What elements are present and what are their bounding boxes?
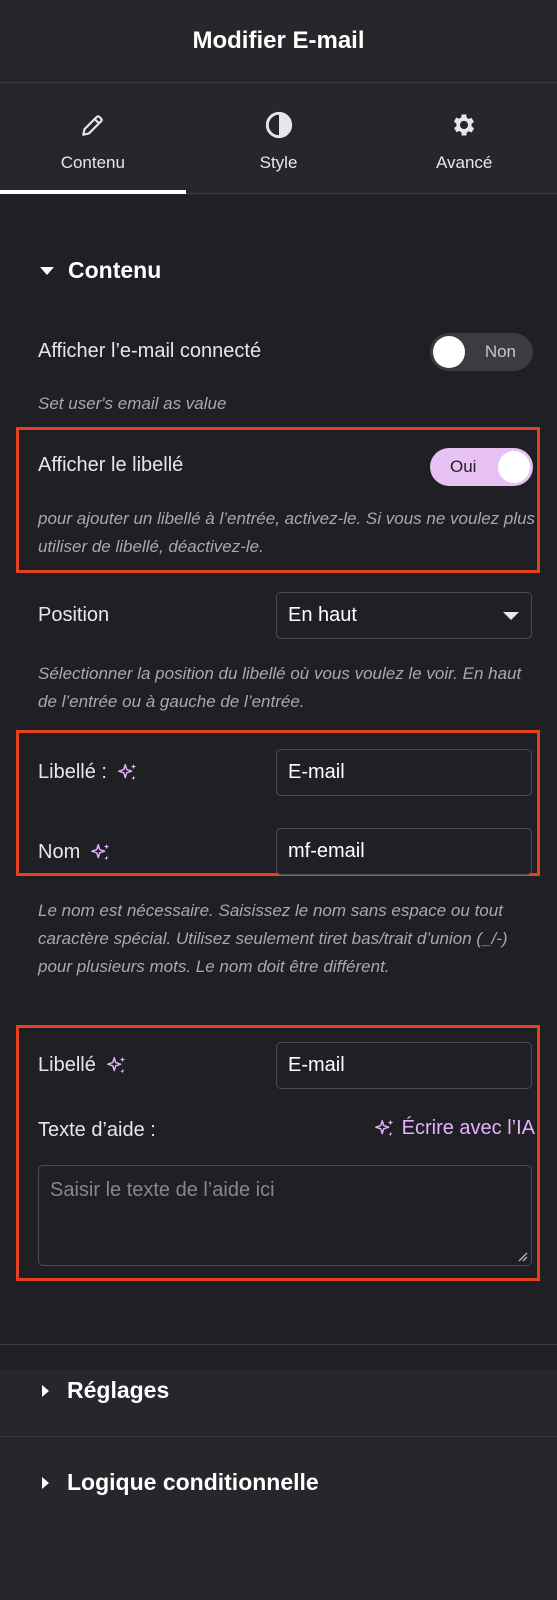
caret-right-icon	[42, 1384, 49, 1397]
toggle-text: Oui	[450, 457, 477, 476]
toggle-knob	[498, 451, 530, 483]
section-title: Logique conditionnelle	[67, 1469, 319, 1495]
show-label-toggle[interactable]: Oui	[430, 448, 533, 486]
tab-avance[interactable]: Avancé	[371, 83, 557, 193]
write-with-ai-label: Écrire avec l’IA	[401, 1117, 535, 1139]
sparkle-icon[interactable]	[90, 842, 112, 864]
label-field-label: Libellé :	[38, 761, 139, 784]
content-panel: Contenu Afficher l’e-mail connecté Non S…	[0, 195, 557, 1370]
position-label: Position	[38, 604, 110, 626]
help-text-textarea[interactable]: Saisir le texte de l’aide ici	[38, 1165, 532, 1266]
tab-label: Contenu	[60, 153, 125, 172]
write-with-ai-button[interactable]: Écrire avec l’IA	[374, 1117, 535, 1140]
section-title: Réglages	[67, 1377, 170, 1403]
toggle-knob	[433, 336, 465, 368]
show-label-label: Afficher le libellé	[38, 454, 184, 476]
section-header-reglages[interactable]: Réglages	[0, 1344, 557, 1436]
label-input-2-value: E-mail	[288, 1054, 345, 1076]
label-field-2-text: Libellé	[38, 1054, 96, 1076]
tab-style[interactable]: Style	[186, 83, 372, 193]
tab-label: Avancé	[435, 153, 493, 172]
help-text-placeholder: Saisir le texte de l’aide ici	[50, 1179, 275, 1201]
contrast-icon	[263, 109, 295, 141]
label-field-2-label: Libellé	[38, 1054, 128, 1077]
tab-label: Style	[259, 153, 298, 172]
section-header-logique[interactable]: Logique conditionnelle	[0, 1436, 557, 1528]
name-field-text: Nom	[38, 841, 81, 863]
help-text-label: Texte d’aide :	[38, 1119, 156, 1141]
show-logged-email-label: Afficher l’e-mail connecté	[38, 340, 262, 362]
section-title: Contenu	[68, 257, 162, 283]
position-select[interactable]: En haut	[276, 592, 532, 639]
name-input-value: mf-email	[288, 840, 365, 862]
pencil-icon	[77, 109, 109, 141]
caret-right-icon	[42, 1476, 49, 1489]
page-title: Modifier E-mail	[192, 27, 365, 54]
show-logged-email-toggle[interactable]: Non	[430, 333, 533, 371]
show-logged-email-help: Set user's email as value	[38, 394, 227, 413]
name-help: Le nom est nécessaire. Saisissez le nom …	[38, 901, 508, 976]
name-field-label: Nom	[38, 841, 112, 864]
sparkle-icon[interactable]	[106, 1055, 128, 1077]
position-help: Sélectionner la position du libellé où v…	[38, 664, 522, 711]
chevron-down-icon	[503, 612, 519, 620]
section-header-contenu[interactable]: Contenu	[40, 257, 161, 284]
name-input[interactable]: mf-email	[276, 828, 532, 875]
caret-down-icon	[40, 266, 54, 275]
label-input[interactable]: E-mail	[276, 749, 532, 796]
resize-handle-icon[interactable]	[516, 1250, 528, 1262]
tab-bar: Contenu Style Avancé	[0, 83, 557, 194]
gear-icon	[448, 109, 480, 141]
tab-contenu[interactable]: Contenu	[0, 83, 186, 194]
sparkle-icon[interactable]	[117, 762, 139, 784]
sparkle-icon	[374, 1119, 393, 1136]
label-input-2[interactable]: E-mail	[276, 1042, 532, 1089]
position-value: En haut	[288, 604, 357, 626]
toggle-text: Non	[484, 342, 516, 361]
show-label-help: pour ajouter un libellé à l’entrée, acti…	[38, 509, 536, 556]
label-field-text: Libellé :	[38, 761, 107, 783]
label-input-value: E-mail	[288, 761, 345, 783]
panel-header: Modifier E-mail	[0, 0, 557, 83]
